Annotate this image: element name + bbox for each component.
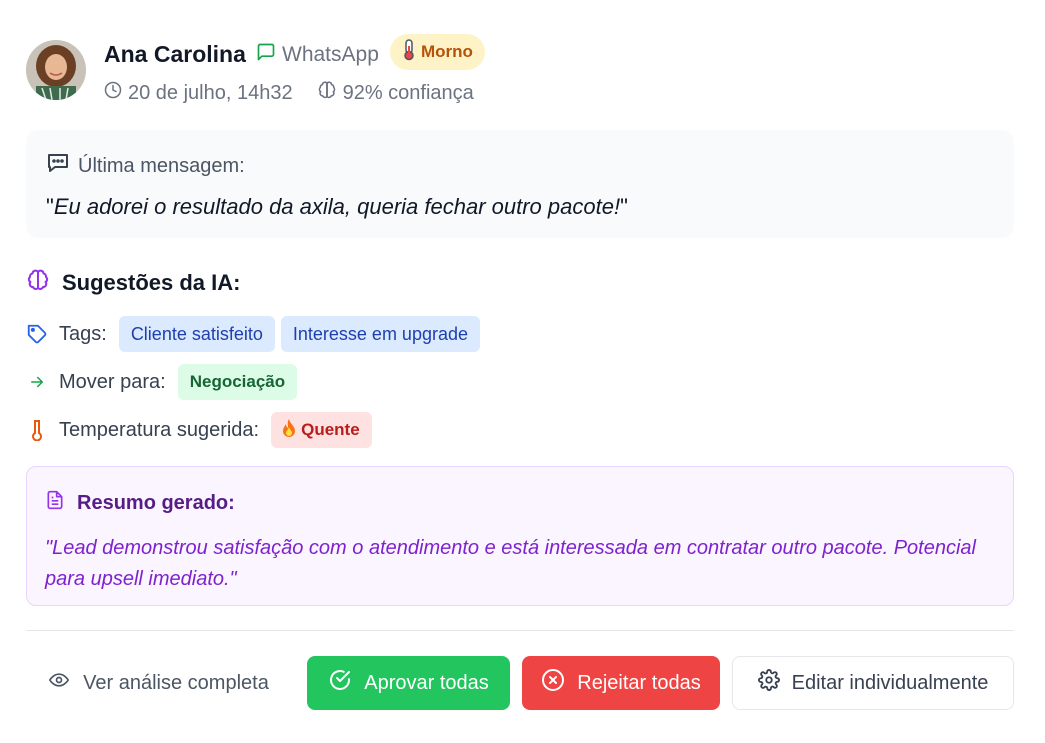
summary-label: Resumo gerado: bbox=[77, 491, 235, 514]
divider bbox=[26, 630, 1014, 631]
lead-header: Ana Carolina WhatsApp Morno 20 de julho,… bbox=[26, 34, 1014, 106]
temperature-chip-label: Quente bbox=[301, 420, 360, 439]
arrow-right-icon bbox=[26, 373, 48, 391]
view-analysis-button[interactable]: Ver análise completa bbox=[26, 656, 290, 710]
last-message-text: "Eu adorei o resultado da axila, queria … bbox=[46, 194, 628, 219]
message-dots-icon bbox=[46, 152, 70, 180]
stage-chip[interactable]: Negociação bbox=[177, 364, 298, 400]
datetime: 20 de julho, 14h32 bbox=[104, 81, 293, 105]
lead-card: Ana Carolina WhatsApp Morno 20 de julho,… bbox=[26, 0, 1014, 743]
edit-individually-button[interactable]: Editar individualmente bbox=[732, 656, 1014, 710]
action-bar: Ver análise completa Aprovar todas Rejei… bbox=[26, 656, 1014, 710]
last-message-label: Última mensagem: bbox=[78, 154, 245, 177]
check-circle-icon bbox=[328, 668, 352, 698]
document-icon bbox=[45, 489, 65, 517]
temperature-chip[interactable]: Quente bbox=[271, 412, 372, 448]
thermometer-icon bbox=[400, 38, 418, 66]
x-circle-icon bbox=[541, 668, 565, 698]
summary-text: "Lead demonstrou satisfação com o atendi… bbox=[45, 537, 976, 590]
approve-all-button[interactable]: Aprovar todas bbox=[307, 656, 510, 710]
contact-name: Ana Carolina bbox=[104, 41, 246, 67]
datetime-text: 20 de julho, 14h32 bbox=[128, 81, 293, 104]
thermometer-icon bbox=[26, 419, 48, 441]
temperature-label: Morno bbox=[421, 42, 473, 61]
ai-suggestions-title: Sugestões da IA: bbox=[26, 268, 240, 298]
edit-individually-label: Editar individualmente bbox=[791, 671, 989, 694]
tag-icon bbox=[26, 323, 48, 345]
avatar[interactable] bbox=[26, 40, 86, 100]
move-label: Mover para: bbox=[59, 370, 166, 393]
temperature-badge: Morno bbox=[390, 34, 485, 70]
confidence-text: 92% confiança bbox=[342, 81, 474, 104]
channel-label: WhatsApp bbox=[256, 42, 379, 68]
reject-all-label: Rejeitar todas bbox=[577, 671, 701, 694]
move-row: Mover para: Negociação bbox=[26, 364, 298, 400]
brain-icon bbox=[26, 268, 50, 298]
reject-all-button[interactable]: Rejeitar todas bbox=[522, 656, 720, 710]
tag-chip[interactable]: Cliente satisfeito bbox=[118, 316, 275, 352]
channel-name: WhatsApp bbox=[282, 43, 379, 66]
last-message-box: Última mensagem: "Eu adorei o resultado … bbox=[26, 130, 1014, 238]
confidence: 92% confiança bbox=[317, 80, 474, 106]
view-analysis-label: Ver análise completa bbox=[83, 671, 269, 694]
tag-chip[interactable]: Interesse em upgrade bbox=[280, 316, 480, 352]
clock-icon bbox=[104, 81, 122, 105]
summary-box: Resumo gerado: "Lead demonstrou satisfaç… bbox=[26, 466, 1014, 606]
eye-icon bbox=[47, 670, 71, 696]
summary-header: Resumo gerado: bbox=[45, 489, 995, 517]
lead-meta: 20 de julho, 14h32 92% confiança bbox=[104, 80, 474, 106]
gear-icon bbox=[757, 669, 780, 697]
approve-all-label: Aprovar todas bbox=[364, 671, 489, 694]
brain-icon bbox=[317, 80, 337, 106]
tags-row: Tags: Cliente satisfeito Interesse em up… bbox=[26, 316, 480, 352]
fire-icon bbox=[281, 418, 297, 443]
temperature-row: Temperatura sugerida: Quente bbox=[26, 412, 372, 448]
last-message-header: Última mensagem: bbox=[46, 152, 994, 180]
chat-icon bbox=[256, 42, 276, 68]
last-message-quote: Eu adorei o resultado da axila, queria f… bbox=[53, 194, 621, 219]
temperature-suggest-label: Temperatura sugerida: bbox=[59, 418, 260, 441]
tags-label: Tags: bbox=[59, 322, 107, 345]
ai-title-text: Sugestões da IA: bbox=[62, 270, 241, 295]
